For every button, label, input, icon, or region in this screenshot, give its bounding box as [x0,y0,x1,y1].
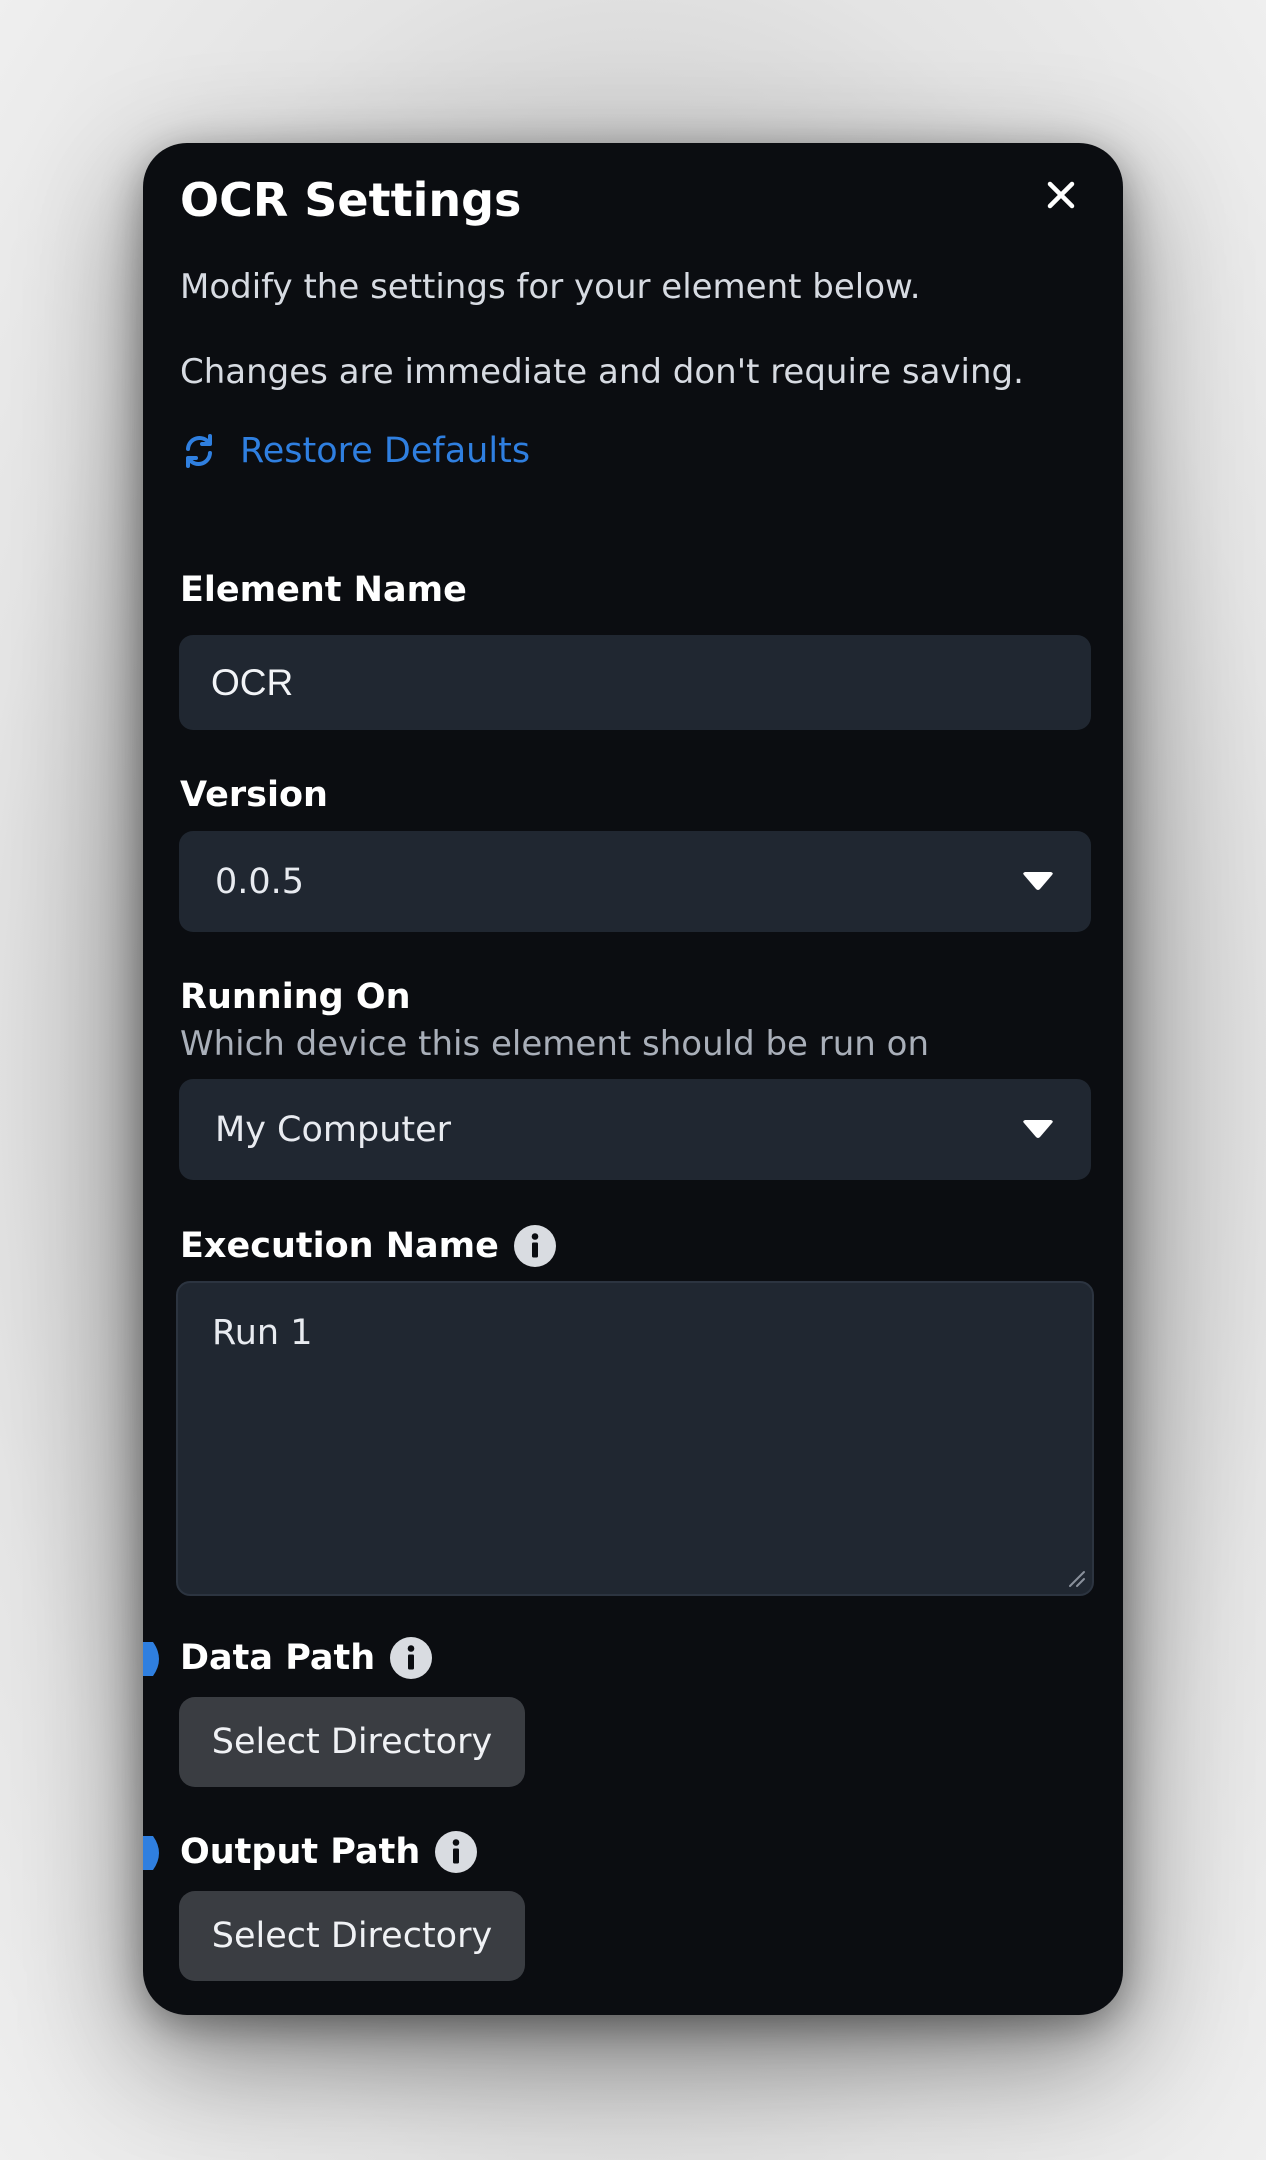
version-select[interactable]: 0.0.5 [179,831,1091,932]
running-on-help-text: Which device this element should be run … [180,1024,929,1064]
running-on-label: Running On [180,977,411,1017]
output-path-label-text: Output Path [180,1832,421,1872]
version-label: Version [180,775,328,815]
output-path-label: Output Path [180,1830,478,1874]
data-path-label-text: Data Path [180,1638,376,1678]
caret-down-icon [1023,1119,1053,1138]
restore-defaults-button[interactable]: Restore Defaults [180,431,530,471]
resize-grip-icon[interactable] [1064,1566,1086,1588]
dialog-note: Changes are immediate and don't require … [180,352,1024,392]
close-button[interactable] [1035,169,1087,221]
connector-marker-icon [143,1836,159,1870]
element-name-input[interactable]: OCR [179,635,1091,730]
element-name-label-text: Element Name [180,570,467,610]
dialog-description: Modify the settings for your element bel… [180,267,921,307]
element-name-label: Element Name [180,570,467,610]
close-icon [1047,181,1075,209]
info-icon[interactable] [389,1636,433,1680]
version-selected-value: 0.0.5 [215,861,305,902]
output-path-select-directory-button[interactable]: Select Directory [179,1891,525,1981]
execution-name-label-text: Execution Name [180,1226,499,1266]
running-on-selected-value: My Computer [215,1109,452,1150]
caret-down-icon [1023,871,1053,890]
dialog-title: OCR Settings [180,173,522,227]
running-on-label-text: Running On [180,977,411,1017]
info-icon[interactable] [434,1830,478,1874]
execution-name-label: Execution Name [180,1224,557,1268]
settings-dialog: OCR Settings Modify the settings for you… [143,143,1123,2015]
execution-name-textarea[interactable]: Run 1 [176,1281,1094,1596]
execution-name-value: Run 1 [212,1313,313,1353]
data-path-select-directory-button[interactable]: Select Directory [179,1697,525,1787]
connector-marker-icon [143,1642,159,1676]
running-on-select[interactable]: My Computer [179,1079,1091,1180]
version-label-text: Version [180,775,328,815]
data-path-label: Data Path [180,1636,433,1680]
restore-defaults-label: Restore Defaults [240,431,531,471]
info-icon[interactable] [513,1224,557,1268]
refresh-icon [186,434,212,468]
